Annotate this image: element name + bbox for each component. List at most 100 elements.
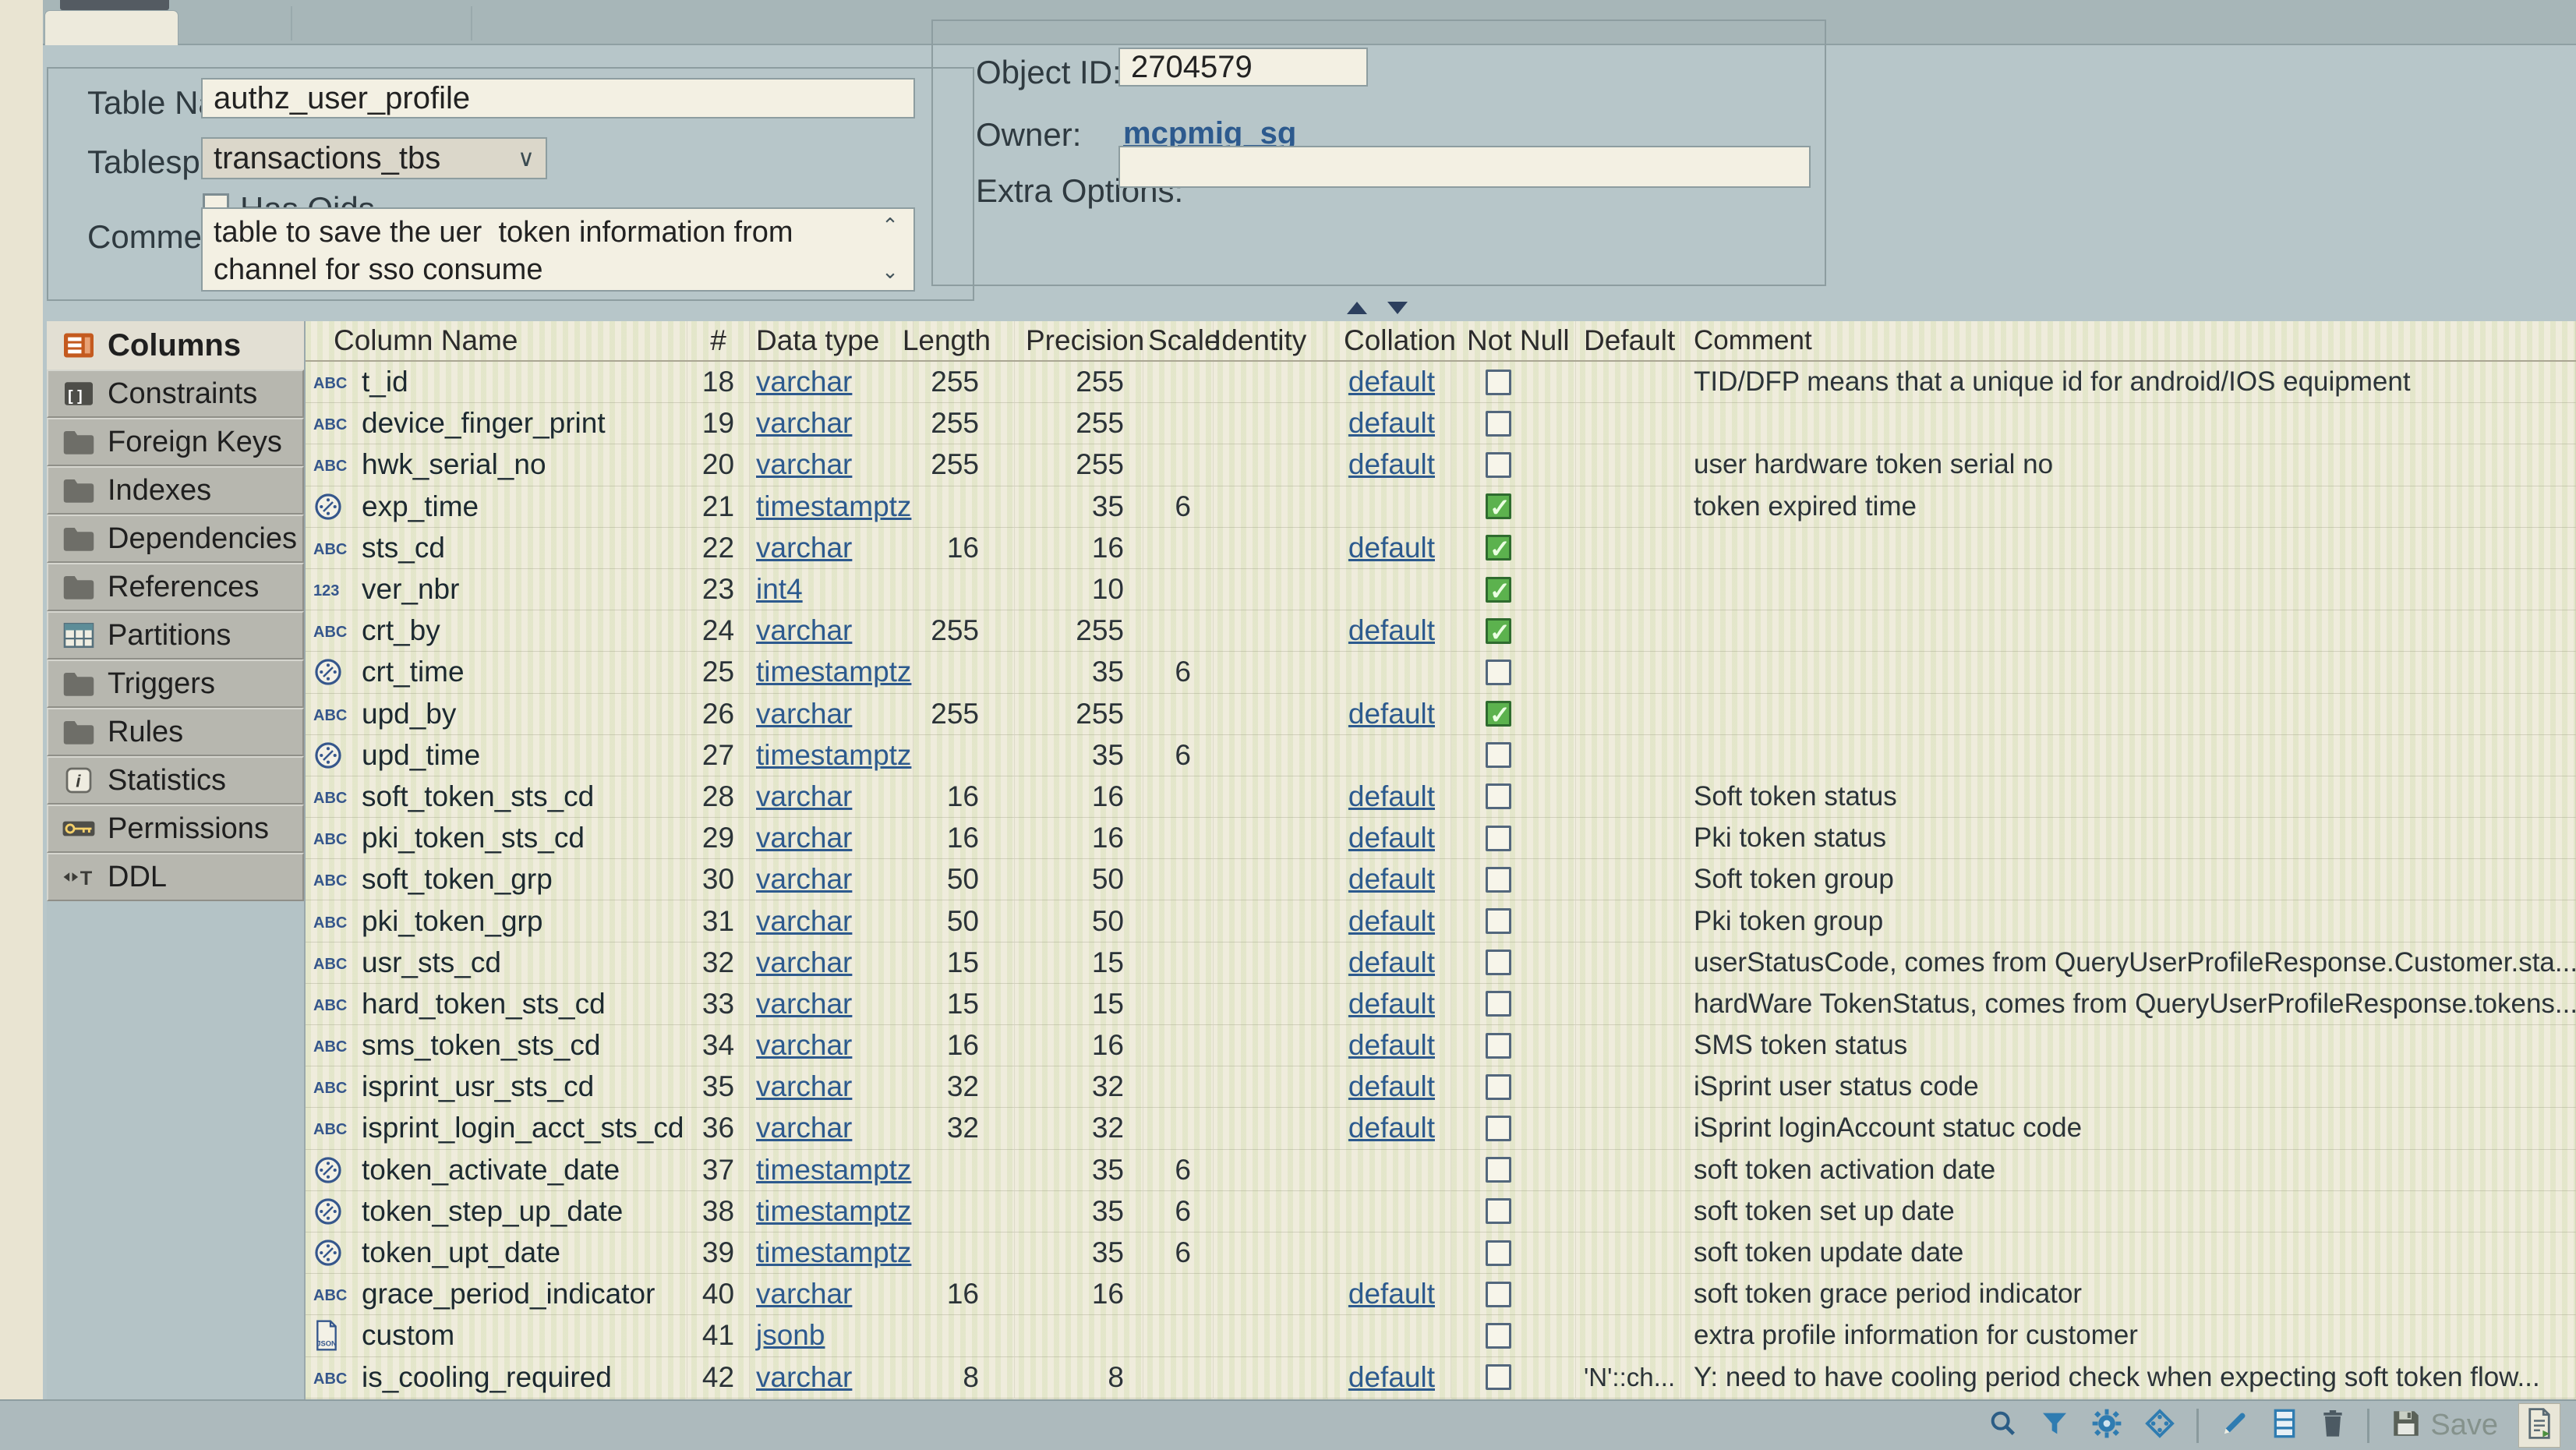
search-button[interactable] <box>1988 1408 2019 1443</box>
collation-link[interactable]: default <box>1348 1112 1435 1144</box>
not-null-checkbox[interactable] <box>1486 1033 1511 1059</box>
column-header-precision[interactable]: Precision <box>1015 321 1143 360</box>
sidebar-item-permissions[interactable]: Permissions <box>47 805 304 853</box>
table-row[interactable]: ABC hard_token_sts_cd33varchar1515defaul… <box>306 984 2576 1025</box>
comment-textarea[interactable]: table to save the uer token information … <box>201 207 915 292</box>
column-header-[interactable]: # <box>687 321 750 360</box>
data-type-link[interactable]: varchar <box>756 1361 852 1394</box>
not-null-checkbox[interactable] <box>1486 1157 1511 1183</box>
data-type-link[interactable]: varchar <box>756 863 852 896</box>
collation-link[interactable]: default <box>1348 1278 1435 1310</box>
data-type-link[interactable]: varchar <box>756 1112 852 1144</box>
data-type-link[interactable]: varchar <box>756 366 852 398</box>
table-row[interactable]: ABC usr_sts_cd32varchar1515defaultuserSt… <box>306 942 2576 984</box>
column-header-scale[interactable]: Scale <box>1143 321 1214 360</box>
not-null-checkbox[interactable] <box>1486 1074 1511 1100</box>
table-row[interactable]: ABC isprint_usr_sts_cd35varchar3232defau… <box>306 1066 2576 1108</box>
data-type-link[interactable]: varchar <box>756 698 852 730</box>
data-type-link[interactable]: varchar <box>756 407 852 440</box>
delete-button[interactable] <box>2319 1408 2347 1443</box>
refresh-button[interactable] <box>2143 1407 2176 1444</box>
data-type-link[interactable]: timestamptz <box>756 1236 911 1269</box>
sidebar-item-dependencies[interactable]: Dependencies <box>47 515 304 563</box>
collation-link[interactable]: default <box>1348 822 1435 854</box>
sidebar-item-ddl[interactable]: TDDL <box>47 853 304 901</box>
collation-link[interactable]: default <box>1348 780 1435 813</box>
data-type-link[interactable]: varchar <box>756 532 852 564</box>
table-row[interactable]: token_step_up_date38timestamptz356soft t… <box>306 1191 2576 1232</box>
filter-button[interactable] <box>2039 1408 2070 1443</box>
column-header-comment[interactable]: Comment <box>1681 321 2576 360</box>
active-editor-tab[interactable] <box>44 10 178 45</box>
not-null-checkbox[interactable] <box>1486 1364 1511 1390</box>
collation-link[interactable]: default <box>1348 366 1435 398</box>
not-null-checkbox[interactable] <box>1486 535 1511 561</box>
collation-link[interactable]: default <box>1348 988 1435 1020</box>
column-header-collation[interactable]: Collation <box>1327 321 1451 360</box>
data-type-link[interactable]: varchar <box>756 1029 852 1062</box>
not-null-checkbox[interactable] <box>1486 1323 1511 1349</box>
not-null-checkbox[interactable] <box>1486 577 1511 603</box>
table-row[interactable]: ABC pki_token_sts_cd29varchar1616default… <box>306 818 2576 859</box>
column-header-data-type[interactable]: Data type <box>750 321 913 360</box>
extra-options-input[interactable] <box>1118 146 1811 188</box>
not-null-checkbox[interactable] <box>1486 493 1511 519</box>
data-type-link[interactable]: timestamptz <box>756 1154 911 1187</box>
collation-link[interactable]: default <box>1348 946 1435 979</box>
table-row[interactable]: exp_time21timestamptz356token expired ti… <box>306 486 2576 528</box>
not-null-checkbox[interactable] <box>1486 991 1511 1017</box>
rows-button[interactable] <box>2270 1408 2299 1443</box>
data-type-link[interactable]: timestamptz <box>756 1195 911 1228</box>
sidebar-item-partitions[interactable]: Partitions <box>47 611 304 660</box>
edit-button[interactable] <box>2219 1408 2250 1443</box>
table-row[interactable]: ABC sms_token_sts_cd34varchar1616default… <box>306 1025 2576 1066</box>
table-name-input[interactable] <box>201 78 915 118</box>
collation-link[interactable]: default <box>1348 614 1435 647</box>
sidebar-item-rules[interactable]: Rules <box>47 708 304 756</box>
collation-link[interactable]: default <box>1348 698 1435 730</box>
table-row[interactable]: ABC crt_by24varchar255255default <box>306 610 2576 652</box>
table-row[interactable]: ABC upd_by26varchar255255default <box>306 694 2576 735</box>
not-null-checkbox[interactable] <box>1486 1116 1511 1141</box>
script-button[interactable] <box>2518 1403 2560 1448</box>
table-row[interactable]: 123 ver_nbr23int410 <box>306 569 2576 610</box>
not-null-checkbox[interactable] <box>1486 783 1511 809</box>
not-null-checkbox[interactable] <box>1486 950 1511 975</box>
not-null-checkbox[interactable] <box>1486 908 1511 934</box>
table-row[interactable]: ABC soft_token_sts_cd28varchar1616defaul… <box>306 776 2576 818</box>
table-row[interactable]: ABC hwk_serial_no20varchar255255defaultu… <box>306 444 2576 486</box>
not-null-checkbox[interactable] <box>1486 1282 1511 1307</box>
not-null-checkbox[interactable] <box>1486 370 1511 395</box>
sidebar-item-statistics[interactable]: iStatistics <box>47 756 304 805</box>
data-type-link[interactable]: jsonb <box>756 1319 825 1352</box>
collation-link[interactable]: default <box>1348 863 1435 896</box>
not-null-checkbox[interactable] <box>1486 1240 1511 1266</box>
sidebar-item-references[interactable]: References <box>47 563 304 611</box>
table-row[interactable]: token_activate_date37timestamptz356soft … <box>306 1150 2576 1191</box>
table-row[interactable]: ABC is_cooling_required42varchar88defaul… <box>306 1357 2576 1399</box>
splitter-down-icon[interactable] <box>1387 302 1408 314</box>
column-header-not-null[interactable]: Not Null <box>1451 321 1576 360</box>
data-type-link[interactable]: varchar <box>756 1278 852 1310</box>
table-row[interactable]: token_upt_date39timestamptz356soft token… <box>306 1232 2576 1274</box>
data-type-link[interactable]: varchar <box>756 780 852 813</box>
object-id-input[interactable] <box>1118 48 1368 87</box>
collation-link[interactable]: default <box>1348 448 1435 481</box>
column-header-column-name[interactable]: Column Name <box>306 321 687 360</box>
data-type-link[interactable]: varchar <box>756 905 852 938</box>
collation-link[interactable]: default <box>1348 532 1435 564</box>
collation-link[interactable]: default <box>1348 1029 1435 1062</box>
data-type-link[interactable]: varchar <box>756 988 852 1020</box>
table-row[interactable]: ABC pki_token_grp31varchar5050defaultPki… <box>306 900 2576 942</box>
table-row[interactable]: ABC grace_period_indicator40varchar1616d… <box>306 1274 2576 1315</box>
splitter-up-icon[interactable] <box>1347 302 1367 314</box>
scroll-up-icon[interactable]: ⌃ <box>882 214 899 238</box>
settings-button[interactable] <box>2090 1407 2123 1444</box>
table-row[interactable]: ABC device_finger_print19varchar255255de… <box>306 403 2576 444</box>
not-null-checkbox[interactable] <box>1486 867 1511 893</box>
column-header-identity[interactable]: Identity <box>1214 321 1327 360</box>
table-row[interactable]: ABC isprint_login_acct_sts_cd36varchar32… <box>306 1108 2576 1149</box>
data-type-link[interactable]: varchar <box>756 822 852 854</box>
data-type-link[interactable]: varchar <box>756 614 852 647</box>
data-type-link[interactable]: timestamptz <box>756 490 911 523</box>
